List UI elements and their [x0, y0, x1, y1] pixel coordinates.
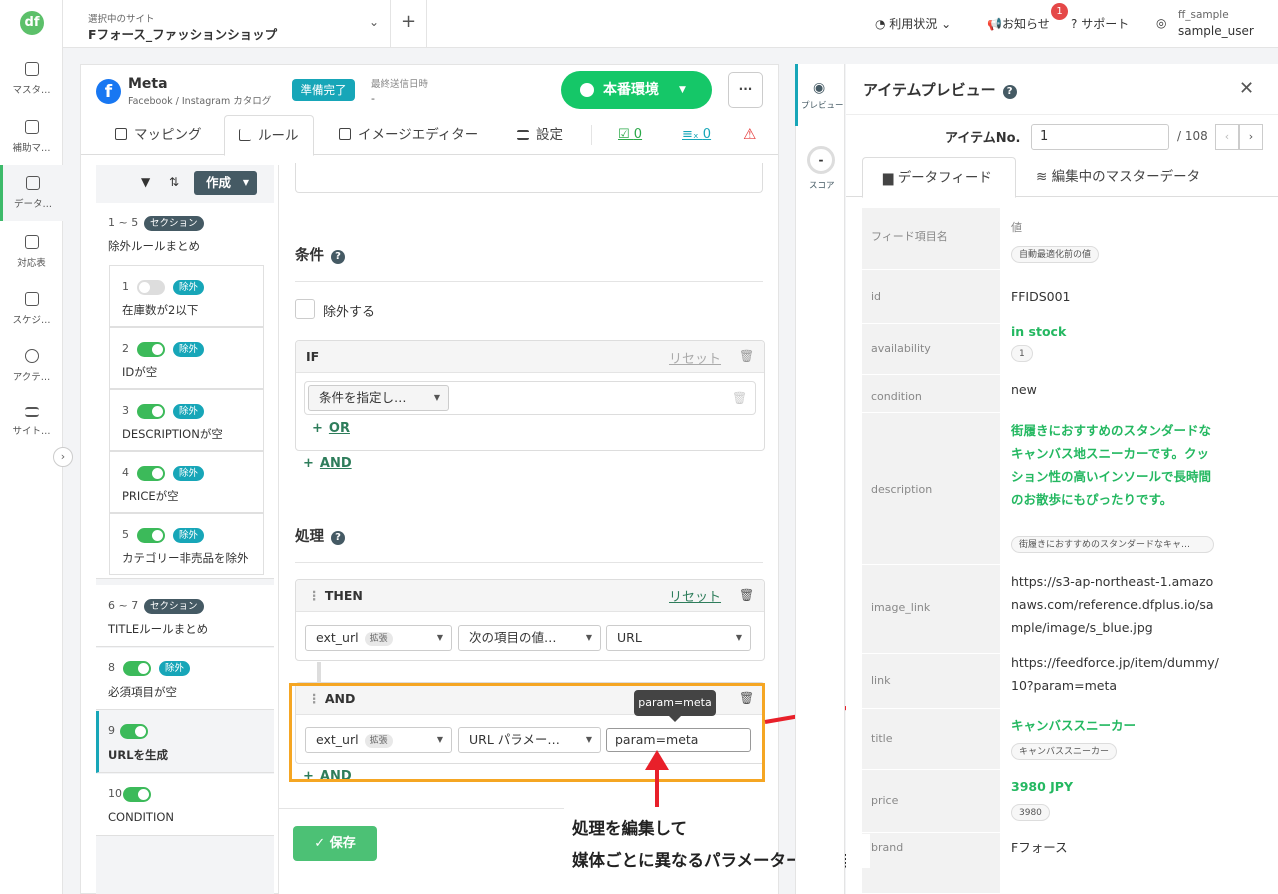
preview-title: アイテムプレビュー?: [863, 79, 1017, 100]
score-ring[interactable]: -: [807, 146, 835, 174]
close-icon[interactable]: ✕: [1239, 78, 1254, 99]
divider: [846, 114, 1278, 115]
rail-active-indicator: [795, 64, 798, 126]
table-row: price 3980 JPY 3980: [862, 770, 1263, 833]
preview-tabs: ▆ データフィード ≋ 編集中のマスターデータ: [846, 157, 1278, 198]
next-item-button[interactable]: ›: [1239, 124, 1263, 150]
item-total: / 108: [1177, 129, 1208, 143]
arrowhead: [645, 750, 669, 770]
table-row: image_link https://s3-ap-northeast-1.ama…: [862, 565, 1263, 654]
table-row: title キャンバススニーカー キャンバススニーカー: [862, 709, 1263, 770]
rail-preview-label[interactable]: プレビュー: [801, 99, 844, 111]
annotation-line1: 処理を編集して: [572, 819, 688, 838]
tab-data-feed[interactable]: ▆ データフィード: [862, 157, 1016, 198]
eye-icon[interactable]: ◉: [813, 80, 825, 96]
table-row: condition new: [862, 375, 1263, 413]
item-no-label: アイテムNo.: [945, 131, 1021, 146]
item-no-input[interactable]: 1: [1031, 124, 1169, 150]
table-row: brand Fフォース: [862, 833, 1263, 894]
side-rail: ◉ プレビュー - スコア: [795, 64, 845, 894]
annotation-overlap: [846, 834, 870, 868]
database-icon: ≋: [1036, 169, 1052, 185]
table-row: id FFIDS001: [862, 270, 1263, 324]
help-icon[interactable]: ?: [1002, 85, 1017, 99]
table-header: フィード項目名 値 自動最適化前の値: [862, 208, 1263, 270]
file-icon: ▆: [883, 170, 898, 186]
item-preview-panel: アイテムプレビュー? ✕ アイテムNo. 1 / 108 ‹ › ▆ データフィ…: [846, 64, 1278, 894]
table-row: description 街履きにおすすめのスタンダードなキャンバス地スニーカーで…: [862, 413, 1263, 565]
table-row: link https://feedforce.jp/item/dummy/10?…: [862, 654, 1263, 709]
prev-item-button[interactable]: ‹: [1215, 124, 1239, 150]
tab-master-data[interactable]: ≋ 編集中のマスターデータ: [1036, 157, 1200, 197]
rail-score-label[interactable]: スコア: [809, 179, 835, 191]
table-row: availability in stock 1: [862, 324, 1263, 375]
